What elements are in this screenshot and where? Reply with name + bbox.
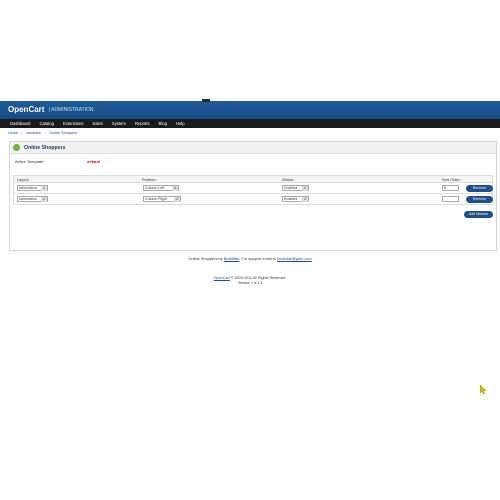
menu-item-help[interactable]: Help — [176, 121, 185, 126]
header-notch — [202, 99, 210, 102]
module-table: Layout: Position: Status: Sort Order: In… — [13, 175, 493, 218]
sort-order-input[interactable]: 5 — [442, 185, 459, 191]
active-template-label: Active Template: — [15, 159, 45, 164]
status-select[interactable]: Enabled ▾ — [282, 196, 309, 202]
sort-order-input[interactable] — [442, 196, 459, 202]
credit-mid: . For support email to — [239, 256, 277, 261]
menu-item-dashboard[interactable]: Dashboard — [10, 121, 31, 126]
copyright-text: © 2009-2012 All Rights Reserved. — [230, 276, 287, 280]
position-select[interactable]: Column Left ▾ — [143, 185, 179, 191]
page-footer: OpenCart © 2009-2012 All Rights Reserved… — [0, 276, 500, 286]
table-row: Information ▾ Column Right ▾ Enabled ▾ R… — [13, 194, 493, 205]
column-header-sort-order: Sort Order: — [442, 177, 461, 182]
version-text: Version 1.5.1.3 — [237, 281, 263, 285]
module-credit: Online Shoppers by BestBitte. For suppor… — [0, 256, 500, 261]
breadcrumb-modules[interactable]: Modules — [26, 131, 40, 135]
menu-item-blog[interactable]: Blog — [159, 121, 167, 126]
column-header-status: Status: — [282, 177, 294, 182]
menu-item-sales[interactable]: Sales — [92, 121, 102, 126]
table-row: Information ▾ Column Left ▾ Enabled ▾ 5 … — [13, 183, 493, 194]
remove-button[interactable]: Remove — [466, 184, 493, 192]
remove-button[interactable]: Remove — [466, 195, 493, 203]
table-header: Layout: Position: Status: Sort Order: — [13, 175, 493, 183]
menu-item-system[interactable]: System — [112, 121, 126, 126]
chevron-down-icon: ▾ — [174, 197, 180, 202]
active-template-value: default — [87, 159, 101, 164]
chevron-down-icon: ▾ — [302, 197, 308, 202]
panel-heading: Online Shoppers — [10, 142, 496, 154]
status-select[interactable]: Enabled ▾ — [282, 185, 309, 191]
support-email-link[interactable]: bestbitte@gmx.com — [277, 256, 311, 261]
breadcrumb: Home :: Modules :: Online Shoppers — [0, 128, 500, 138]
position-select[interactable]: Column Right ▾ — [143, 196, 181, 202]
breadcrumb-current[interactable]: Online Shoppers — [49, 131, 77, 135]
breadcrumb-separator: :: — [43, 131, 46, 135]
layout-select[interactable]: Information ▾ — [17, 185, 48, 191]
breadcrumb-separator: :: — [21, 131, 24, 135]
active-template-row: Active Template: default — [15, 159, 100, 164]
chevron-down-icon: ▾ — [41, 197, 47, 202]
opencart-link[interactable]: OpenCart — [214, 276, 230, 280]
main-menu: Dashboard Catalog Extensions Sales Syste… — [0, 119, 500, 128]
layout-select[interactable]: Information ▾ — [17, 196, 48, 202]
menu-item-catalog[interactable]: Catalog — [40, 121, 54, 126]
column-header-position: Position: — [142, 177, 157, 182]
module-icon — [13, 144, 20, 151]
menu-item-extensions[interactable]: Extensions — [63, 121, 83, 126]
menu-item-reports[interactable]: Reports — [135, 121, 150, 126]
top-spacer — [0, 0, 500, 101]
logo-subtitle: | ADMINISTRATION — [48, 107, 94, 113]
chevron-down-icon: ▾ — [41, 186, 47, 191]
chevron-down-icon: ▾ — [172, 186, 178, 191]
logo-text: OpenCart — [8, 105, 45, 114]
credit-prefix: Online Shoppers by — [188, 256, 223, 261]
chevron-down-icon: ▾ — [302, 186, 308, 191]
author-link[interactable]: BestBitte — [224, 256, 240, 261]
breadcrumb-home[interactable]: Home — [8, 131, 18, 135]
column-header-layout: Layout: — [17, 177, 30, 182]
module-panel: Online Shoppers Active Template: default… — [9, 141, 497, 251]
mouse-cursor-icon — [479, 381, 487, 399]
add-module-button[interactable]: Add Module — [464, 211, 493, 218]
page-title: Online Shoppers — [24, 144, 66, 151]
app-logo[interactable]: OpenCart | ADMINISTRATION — [8, 105, 94, 114]
app-header: OpenCart | ADMINISTRATION — [0, 99, 500, 119]
